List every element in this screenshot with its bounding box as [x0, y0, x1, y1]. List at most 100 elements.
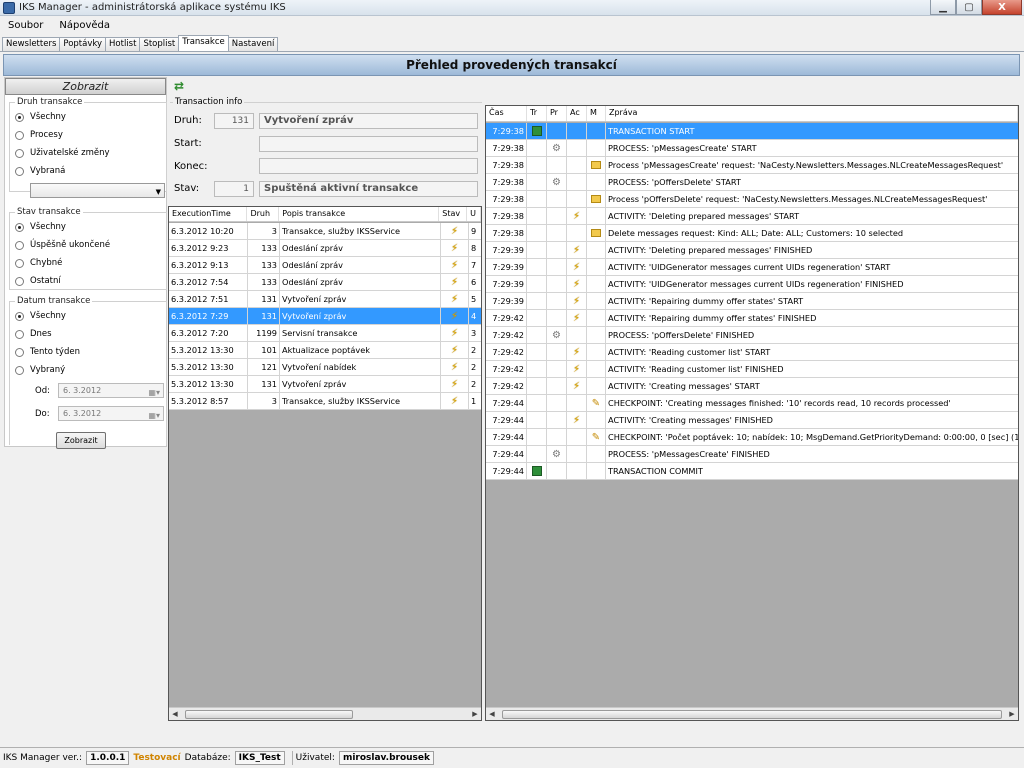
- scroll-right-icon[interactable]: ▶: [1006, 710, 1018, 718]
- state-option-all[interactable]: Všechny: [15, 222, 66, 232]
- ac-cell: [567, 157, 587, 173]
- time-cell: 7:29:38: [486, 225, 527, 241]
- stav-number: 1: [214, 181, 254, 197]
- table-row[interactable]: 7:29:42 ⚙ PROCESS: 'pOffersDelete' FINISHE…: [486, 327, 1018, 344]
- date-option-today[interactable]: Dnes: [15, 329, 52, 339]
- table-row[interactable]: 7:29:44 ⚡ ACTIVITY: 'Creating messages' FI…: [486, 412, 1018, 429]
- col-popis[interactable]: Popis transakce: [279, 207, 440, 221]
- scroll-left-icon[interactable]: ◀: [169, 710, 181, 718]
- apply-filter-button[interactable]: Zobrazit: [56, 432, 106, 449]
- table-row[interactable]: 7:29:42 ⚡ ACTIVITY: 'Reading customer list…: [486, 361, 1018, 378]
- col-pr[interactable]: Pr: [547, 106, 567, 121]
- scroll-left-icon[interactable]: ◀: [486, 710, 498, 718]
- activity-icon: ⚡: [450, 379, 459, 390]
- to-date-input[interactable]: 6. 3.2012 ▦▾: [58, 406, 164, 421]
- table-row[interactable]: 7:29:42 ⚡ ACTIVITY: 'Reading customer list…: [486, 344, 1018, 361]
- pr-cell: [547, 157, 567, 173]
- menu-soubor[interactable]: Soubor: [0, 20, 51, 31]
- table-row[interactable]: 6.3.2012 7:51 131 Vytvoření zpráv ⚡ 5: [169, 291, 481, 308]
- status-bar: IKS Manager ver.: 1.0.0.1 Testovací Data…: [0, 747, 1024, 768]
- date-option-selected[interactable]: Vybraný: [15, 365, 65, 375]
- col-m[interactable]: M: [587, 106, 606, 121]
- table-row[interactable]: 5.3.2012 8:57 3 Transakce, služby IKSServi…: [169, 393, 481, 410]
- table-row[interactable]: 7:29:39 ⚡ ACTIVITY: 'UIDGenerator messages…: [486, 276, 1018, 293]
- table-row[interactable]: 6.3.2012 7:29 131 Vytvoření zpráv ⚡ 4: [169, 308, 481, 325]
- tab-hotlist[interactable]: Hotlist: [105, 37, 141, 51]
- col-execution-time[interactable]: ExecutionTime: [169, 207, 248, 221]
- type-option-processes[interactable]: Procesy: [15, 130, 63, 140]
- table-row[interactable]: 7:29:39 ⚡ ACTIVITY: 'UIDGenerator messages…: [486, 259, 1018, 276]
- table-row[interactable]: 7:29:42 ⚡ ACTIVITY: 'Repairing dummy offer…: [486, 310, 1018, 327]
- type-option-all[interactable]: Všechny: [15, 112, 66, 122]
- menu-napoveda[interactable]: Nápověda: [51, 20, 118, 31]
- scroll-right-icon[interactable]: ▶: [469, 710, 481, 718]
- state-option-error[interactable]: Chybné: [15, 258, 62, 268]
- col-u[interactable]: U: [467, 207, 481, 221]
- table-row[interactable]: 7:29:38 ⚙ PROCESS: 'pMessagesCreate' START: [486, 140, 1018, 157]
- tab-newsletters[interactable]: Newsletters: [2, 37, 61, 51]
- tab-nastaveni[interactable]: Nastavení: [227, 37, 279, 51]
- table-row[interactable]: 7:29:39 ⚡ ACTIVITY: 'Deleting prepared mes…: [486, 242, 1018, 259]
- col-cas[interactable]: Čas: [486, 106, 527, 121]
- col-druh[interactable]: Druh: [247, 207, 280, 221]
- table-row[interactable]: 6.3.2012 9:23 133 Odeslání zpráv ⚡ 8: [169, 240, 481, 257]
- table-row[interactable]: 7:29:44 ✎ CHECKPOINT: 'Creating messages f…: [486, 395, 1018, 412]
- col-tr[interactable]: Tr: [527, 106, 547, 121]
- tab-transakce[interactable]: Transakce: [178, 35, 229, 51]
- table-row[interactable]: 5.3.2012 13:30 121 Vytvoření nabídek ⚡ 2: [169, 359, 481, 376]
- table-row[interactable]: 7:29:44 TRANSACTION COMMIT: [486, 463, 1018, 480]
- time-cell: 7:29:42: [486, 344, 527, 360]
- show-filter-button[interactable]: Zobrazit: [5, 78, 166, 95]
- calendar-icon[interactable]: ▦▾: [148, 386, 160, 399]
- stav-cell: ⚡: [441, 257, 469, 273]
- table-row[interactable]: 5.3.2012 13:30 101 Aktualizace poptávek ⚡ 2: [169, 342, 481, 359]
- table-row[interactable]: 7:29:44 ✎ CHECKPOINT: 'Počet poptávek: 10;…: [486, 429, 1018, 446]
- table-row[interactable]: 7:29:39 ⚡ ACTIVITY: 'Repairing dummy offer…: [486, 293, 1018, 310]
- table-row[interactable]: 6.3.2012 9:13 133 Odeslání zpráv ⚡ 7: [169, 257, 481, 274]
- radio-icon: [15, 240, 24, 250]
- date-option-this-week[interactable]: Tento týden: [15, 347, 80, 357]
- type-select[interactable]: ▼: [30, 183, 165, 198]
- table-row[interactable]: 7:29:38 Delete messages request: Kind: AL…: [486, 225, 1018, 242]
- calendar-icon[interactable]: ▦▾: [148, 409, 160, 422]
- state-option-success[interactable]: Úspěšně ukončené: [15, 240, 110, 250]
- col-zprava[interactable]: Zpráva: [606, 106, 1018, 121]
- table-row[interactable]: 7:29:38 ⚡ ACTIVITY: 'Deleting prepared mes…: [486, 208, 1018, 225]
- state-option-other[interactable]: Ostatní: [15, 276, 61, 286]
- menu-bar: Soubor Nápověda: [0, 16, 1024, 34]
- type-option-user-changes[interactable]: Uživatelské změny: [15, 148, 110, 158]
- log-hscrollbar[interactable]: ◀ ▶: [486, 707, 1018, 720]
- from-date-input[interactable]: 6. 3.2012 ▦▾: [58, 383, 164, 398]
- table-row[interactable]: 7:29:38 Process 'pMessagesCreate' request…: [486, 157, 1018, 174]
- pr-cell: [547, 344, 567, 360]
- table-row[interactable]: 7:29:38 Process 'pOffersDelete' request: …: [486, 191, 1018, 208]
- popis-cell: Odeslání zpráv: [280, 274, 441, 290]
- table-row[interactable]: 6.3.2012 10:20 3 Transakce, služby IKSServ…: [169, 223, 481, 240]
- table-row[interactable]: 5.3.2012 13:30 131 Vytvoření zpráv ⚡ 2: [169, 376, 481, 393]
- table-row[interactable]: 6.3.2012 7:20 1199 Servisní transakce ⚡ 3: [169, 325, 481, 342]
- tab-stoplist[interactable]: Stoplist: [139, 37, 180, 51]
- scroll-thumb[interactable]: [502, 709, 1002, 719]
- ac-cell: [567, 174, 587, 190]
- scroll-thumb[interactable]: [185, 709, 353, 719]
- execution-time-cell: 6.3.2012 9:13: [169, 257, 248, 273]
- table-row[interactable]: 7:29:38 ⚙ PROCESS: 'pOffersDelete' START: [486, 174, 1018, 191]
- date-option-all[interactable]: Všechny: [15, 311, 66, 321]
- maximize-button[interactable]: ▢: [956, 0, 982, 15]
- refresh-icon[interactable]: ⇄: [174, 79, 184, 93]
- col-ac[interactable]: Ac: [567, 106, 587, 121]
- table-row[interactable]: 7:29:38 TRANSACTION START: [486, 123, 1018, 140]
- col-stav[interactable]: Stav: [439, 207, 468, 221]
- transactions-hscrollbar[interactable]: ◀ ▶: [169, 707, 481, 720]
- time-cell: 7:29:39: [486, 276, 527, 292]
- log-table-header: Čas Tr Pr Ac M Zpráva: [486, 106, 1018, 122]
- konec-value: [259, 158, 478, 174]
- close-button[interactable]: X: [982, 0, 1022, 15]
- table-row[interactable]: 7:29:42 ⚡ ACTIVITY: 'Creating messages' ST…: [486, 378, 1018, 395]
- type-option-selected[interactable]: Vybraná: [15, 166, 65, 176]
- ac-cell: [567, 429, 587, 445]
- table-row[interactable]: 7:29:44 ⚙ PROCESS: 'pMessagesCreate' FINIS…: [486, 446, 1018, 463]
- tab-poptavky[interactable]: Poptávky: [59, 37, 107, 51]
- minimize-button[interactable]: ▁: [930, 0, 956, 15]
- table-row[interactable]: 6.3.2012 7:54 133 Odeslání zpráv ⚡ 6: [169, 274, 481, 291]
